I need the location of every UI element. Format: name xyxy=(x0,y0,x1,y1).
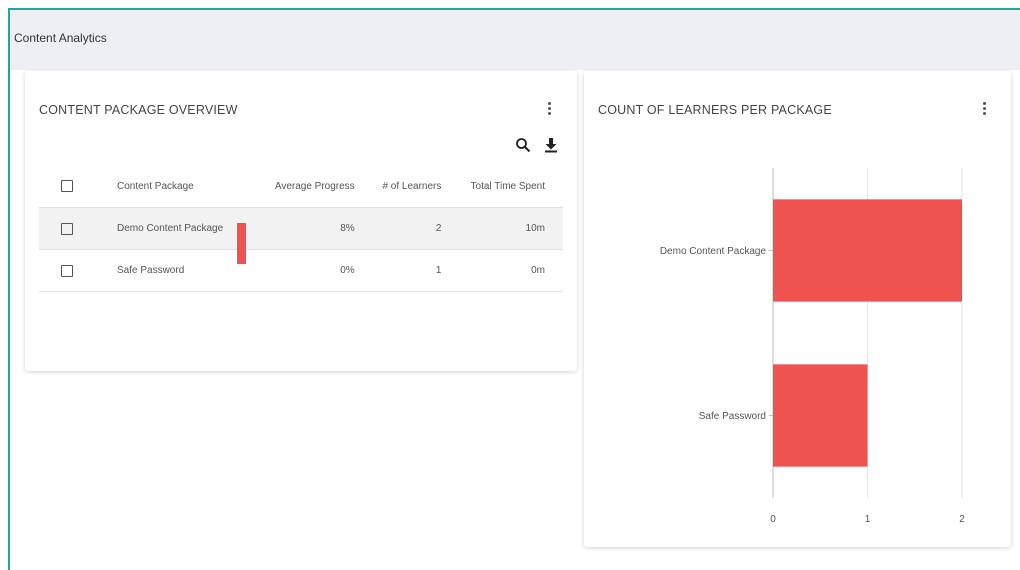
learners-cell: 1 xyxy=(374,249,462,292)
time-cell: 0m xyxy=(461,249,563,292)
row-checkbox[interactable] xyxy=(61,222,73,235)
row-checkbox-cell xyxy=(39,249,117,292)
learners-per-package-card: COUNT OF LEARNERS PER PACKAGE 0 1 2 Demo Co… xyxy=(584,71,1011,547)
y-tick-label: Safe Password xyxy=(699,411,766,422)
search-icon[interactable] xyxy=(515,137,531,153)
overview-card-title: CONTENT PACKAGE OVERVIEW xyxy=(39,103,238,117)
column-header-time[interactable]: Total Time Spent xyxy=(461,165,563,208)
progress-cell: 0% xyxy=(265,249,375,292)
page-title: Content Analytics xyxy=(14,31,107,45)
table-header-row: Content Package Average Progress # of Le… xyxy=(39,165,563,208)
progress-wrap: 8% xyxy=(237,223,355,264)
x-tick-label: 1 xyxy=(865,514,871,525)
bar xyxy=(773,199,962,302)
x-tick-label: 0 xyxy=(770,514,776,525)
column-header-progress[interactable]: Average Progress xyxy=(265,165,375,208)
bar xyxy=(773,364,868,467)
select-all-checkbox[interactable] xyxy=(61,180,73,192)
table-row[interactable]: Demo Content Package 8% 2 10m xyxy=(39,207,563,264)
content-package-table: Content Package Average Progress # of Le… xyxy=(39,165,563,292)
learners-cell: 2 xyxy=(374,207,462,250)
overview-menu-icon[interactable] xyxy=(543,100,555,118)
select-all-cell xyxy=(39,165,117,208)
column-header-learners[interactable]: # of Learners xyxy=(374,165,462,208)
time-cell: 10m xyxy=(461,207,563,250)
column-header-package[interactable]: Content Package xyxy=(117,165,265,208)
x-tick-label: 2 xyxy=(959,514,965,525)
progress-cell: 8% xyxy=(237,207,375,264)
download-icon[interactable] xyxy=(543,137,559,153)
row-checkbox[interactable] xyxy=(61,264,73,277)
y-tick-label: Demo Content Package xyxy=(660,246,767,257)
progress-indicator xyxy=(237,223,246,264)
row-checkbox-cell xyxy=(39,207,117,250)
app-frame: Content Analytics CONTENT PACKAGE OVERVI… xyxy=(8,8,1020,570)
content-package-overview-card: CONTENT PACKAGE OVERVIEW Content Package… xyxy=(25,71,577,371)
table-row[interactable]: Safe Password 0% 1 0m xyxy=(39,249,563,292)
learners-bar-chart: 0 1 2 Demo Content Package Safe Password xyxy=(660,168,965,525)
progress-value: 8% xyxy=(340,223,355,234)
